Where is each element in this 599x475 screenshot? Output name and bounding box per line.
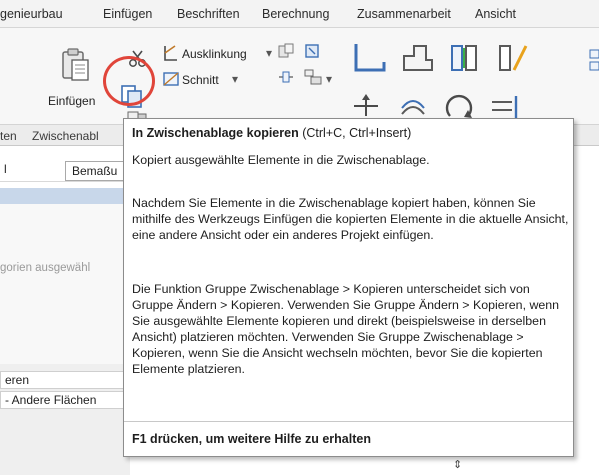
schnitt-button[interactable]: Schnitt: [182, 73, 219, 87]
browser-row[interactable]: eren: [0, 371, 130, 389]
brace-tool-icon[interactable]: [496, 42, 532, 74]
ribbon-panel: Einfügen Ausklinkung ▾ Schnitt ▾ ▾: [0, 28, 599, 124]
menu-tab-einfuegen[interactable]: Einfügen: [103, 7, 152, 21]
align-icon[interactable]: [490, 96, 520, 118]
demolish-icon[interactable]: [303, 42, 321, 60]
copy-tooltip: In Zwischenablage kopieren (Ctrl+C, Ctrl…: [123, 118, 574, 457]
menu-tab-ingenieurbau[interactable]: genieurbau: [0, 7, 63, 21]
scroll-indicator-icon[interactable]: ⇕: [453, 458, 462, 471]
tooltip-description: Nachdem Sie Elemente in die Zwischenabla…: [132, 196, 569, 242]
properties-tab-strip: [0, 188, 130, 204]
tooltip-summary: Kopiert ausgewählte Elemente in die Zwis…: [132, 153, 430, 167]
overflow-tool-icon[interactable]: [588, 46, 599, 74]
ausklinkung-button[interactable]: Ausklinkung: [182, 47, 247, 61]
paste-button-label[interactable]: Einfügen: [48, 94, 95, 108]
paste-icon[interactable]: [60, 48, 90, 82]
type-selector-left-cut: l: [4, 162, 7, 176]
cut-geometry-icon[interactable]: [162, 70, 180, 88]
join-icon[interactable]: [277, 42, 295, 60]
menu-tab-ansicht[interactable]: Ansicht: [475, 7, 516, 21]
wall-tool-icon[interactable]: [400, 42, 436, 74]
menu-tab-beschriften[interactable]: Beschriften: [177, 7, 240, 21]
properties-panel: [0, 204, 130, 364]
group-label-partial: ten: [0, 129, 17, 143]
tooltip-help-hint: F1 drücken, um weitere Hilfe zu erhalten: [132, 432, 371, 446]
offset-icon[interactable]: [398, 94, 428, 118]
beam-tool-icon[interactable]: [352, 42, 388, 74]
type-selector-field[interactable]: Bemaßu: [65, 161, 127, 181]
tooltip-title-command: In Zwischenablage kopieren: [132, 126, 299, 140]
cope-icon[interactable]: [162, 44, 180, 62]
no-selection-hint: gorien ausgewähl: [0, 262, 91, 274]
tooltip-title: In Zwischenablage kopieren (Ctrl+C, Ctrl…: [132, 126, 411, 140]
column-tool-icon[interactable]: [448, 42, 484, 74]
browser-row[interactable]: - Andere Flächen: [0, 391, 130, 409]
tooltip-title-shortcut: (Ctrl+C, Ctrl+Insert): [298, 126, 412, 140]
menu-bar: genieurbau Einfügen Beschriften Berechnu…: [0, 0, 599, 28]
move-icon[interactable]: [352, 94, 380, 118]
wall-joins-icon[interactable]: [303, 68, 325, 86]
tooltip-divider: [124, 421, 573, 422]
group-label-clipboard: Zwischenabl: [32, 129, 99, 143]
wall-joins-dropdown-icon[interactable]: ▾: [326, 72, 332, 86]
ausklinkung-dropdown-icon[interactable]: ▾: [266, 46, 272, 60]
schnitt-dropdown-icon[interactable]: ▾: [232, 72, 238, 86]
copy-button-highlight-ring: [103, 56, 155, 106]
menu-tab-berechnung[interactable]: Berechnung: [262, 7, 329, 21]
split-icon[interactable]: [277, 68, 295, 86]
menu-tab-zusammenarbeit[interactable]: Zusammenarbeit: [357, 7, 451, 21]
rotate-icon[interactable]: [444, 92, 474, 120]
type-selector-row: l Bemaßu: [0, 158, 130, 182]
tooltip-details: Die Funktion Gruppe Zwischenablage > Kop…: [132, 282, 560, 376]
